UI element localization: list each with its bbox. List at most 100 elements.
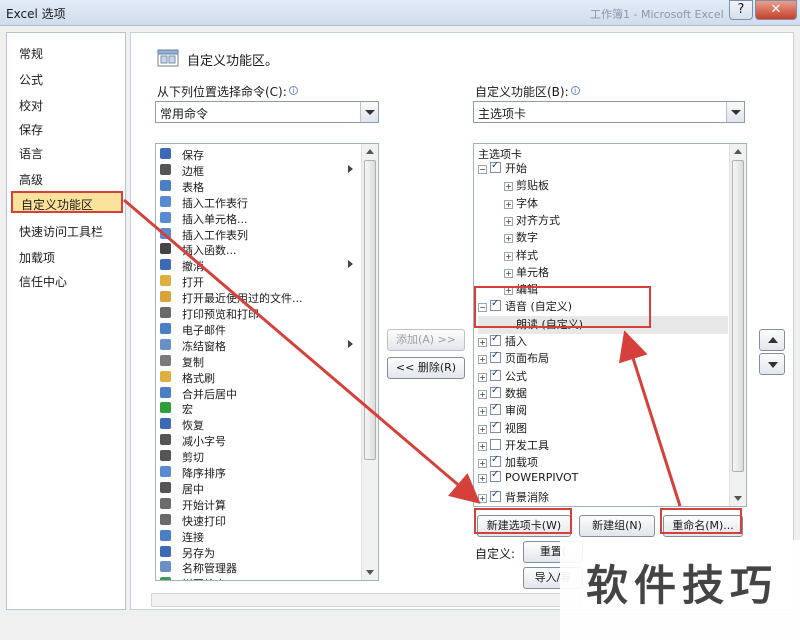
scroll-down-icon[interactable] [366, 570, 374, 575]
command-item[interactable]: 连接 [156, 528, 366, 544]
add-button[interactable]: 添加(A) >> [387, 329, 465, 351]
ribbon-tree-item[interactable]: + 字体 [504, 195, 538, 213]
command-item[interactable]: 合并后居中 [156, 385, 366, 401]
ribbon-tree-item[interactable]: + 对齐方式 [504, 212, 560, 230]
nav-item[interactable]: 信任中心 [19, 273, 67, 290]
command-item[interactable]: 复制 [156, 353, 366, 369]
command-item[interactable]: 居中 [156, 480, 366, 496]
command-item[interactable]: 快速打印 [156, 512, 366, 528]
expand-icon[interactable]: + [504, 199, 513, 209]
command-item[interactable]: 宏 [156, 400, 366, 416]
ribbon-tree[interactable]: 主选项卡 −开始+剪贴板+字体+对齐方式+数字+样式+单元格+编辑−语音 (自定… [473, 143, 747, 507]
command-item[interactable]: 另存为 [156, 544, 366, 560]
command-item[interactable]: 保存 [156, 146, 366, 162]
tab-checkbox[interactable] [490, 385, 501, 398]
tab-checkbox[interactable] [490, 402, 501, 416]
nav-item[interactable]: 高级 [19, 171, 43, 188]
command-item[interactable]: 插入函数... [156, 241, 366, 257]
chevron-down-icon[interactable] [360, 102, 378, 122]
expand-icon[interactable]: + [504, 216, 513, 226]
horizontal-scrollbar[interactable] [151, 593, 581, 607]
remove-button[interactable]: << 删除(R) [387, 357, 465, 379]
new-tab-button[interactable]: 新建选项卡(W) [477, 515, 571, 537]
nav-item[interactable]: 自定义功能区 [11, 191, 123, 213]
collapse-icon[interactable]: − [478, 303, 487, 313]
nav-item[interactable]: 校对 [19, 97, 43, 114]
ribbon-tree-scrollbar[interactable] [729, 144, 746, 506]
choose-commands-dropdown[interactable]: 常用命令 [155, 101, 379, 123]
command-item[interactable]: 名称管理器 [156, 559, 366, 575]
ribbon-tree-item[interactable]: + 编辑 [504, 281, 538, 299]
expand-icon[interactable]: + [504, 286, 513, 296]
nav-item[interactable]: 常规 [19, 45, 43, 62]
command-item[interactable]: 插入单元格... [156, 210, 366, 226]
ribbon-tree-item[interactable]: + 插入 [478, 333, 527, 351]
nav-item[interactable]: 保存 [19, 121, 43, 138]
command-item[interactable]: 减小字号 [156, 432, 366, 448]
nav-item[interactable]: 快速访问工具栏 [19, 223, 103, 240]
command-item[interactable]: 插入工作表列 [156, 226, 366, 242]
ribbon-tree-item[interactable]: + 公式 [478, 368, 527, 386]
command-item[interactable]: 撤消 [156, 257, 366, 273]
tab-checkbox[interactable] [490, 489, 501, 502]
expand-icon[interactable]: + [504, 182, 513, 192]
ribbon-tree-item[interactable]: 朗读 (自定义) [478, 315, 728, 334]
command-item[interactable]: 插入工作表行 [156, 194, 366, 210]
command-item[interactable]: 格式刷 [156, 369, 366, 385]
command-item[interactable]: 拼写检查 [156, 575, 366, 580]
expand-icon[interactable]: + [504, 268, 513, 278]
expand-icon[interactable]: + [504, 234, 513, 244]
ribbon-tree-item[interactable]: + 加载项 [478, 454, 538, 472]
tab-checkbox[interactable] [490, 298, 501, 312]
nav-item[interactable]: 语言 [19, 145, 43, 162]
commands-list[interactable]: 保存 边框 表格 插入工作表行 插入单元格... 插入工作表列 插入函数... 撤消 打开 打开最… [155, 143, 379, 581]
ribbon-tree-item[interactable]: + POWERPIVOT [478, 469, 578, 489]
expand-icon[interactable]: + [504, 251, 513, 261]
ribbon-tree-item[interactable]: + 样式 [504, 247, 538, 265]
scroll-up-icon[interactable] [734, 149, 742, 154]
move-up-button[interactable] [759, 329, 785, 351]
expand-icon[interactable]: + [478, 474, 487, 484]
help-button[interactable]: ? [729, 0, 753, 20]
rename-button[interactable]: 重命名(M)... [663, 515, 743, 537]
command-item[interactable]: 打开 [156, 273, 366, 289]
tab-checkbox[interactable] [490, 469, 501, 483]
tab-checkbox[interactable] [490, 350, 501, 364]
command-item[interactable]: 打开最近使用过的文件... [156, 289, 366, 305]
chevron-down-icon[interactable] [726, 102, 744, 122]
command-item[interactable]: 打印预览和打印 [156, 305, 366, 321]
command-item[interactable]: 电子邮件 [156, 321, 366, 337]
ribbon-tree-item[interactable]: + 审阅 [478, 402, 527, 420]
tab-checkbox[interactable] [490, 333, 501, 346]
expand-icon[interactable]: + [478, 338, 487, 347]
ribbon-tree-item[interactable]: + 背景消除 [478, 489, 549, 506]
ribbon-tree-item[interactable]: + 剪贴板 [504, 177, 549, 195]
tab-checkbox[interactable] [490, 454, 501, 468]
expand-icon[interactable]: + [478, 355, 487, 365]
scroll-thumb[interactable] [732, 160, 744, 472]
command-item[interactable]: 恢复 [156, 416, 366, 432]
nav-item[interactable]: 公式 [19, 71, 43, 88]
tab-checkbox[interactable] [490, 438, 501, 450]
command-item[interactable]: 降序排序 [156, 464, 366, 480]
move-down-button[interactable] [759, 353, 785, 375]
ribbon-tree-item[interactable]: − 开始 [478, 160, 527, 178]
ribbon-tree-item[interactable]: + 单元格 [504, 264, 549, 282]
command-item[interactable]: 剪切 [156, 448, 366, 464]
expand-icon[interactable]: + [478, 424, 487, 434]
command-item[interactable]: 表格 [156, 178, 366, 194]
ribbon-tree-item[interactable]: + 数据 [478, 385, 527, 403]
expand-icon[interactable]: + [478, 493, 487, 503]
scroll-up-icon[interactable] [366, 149, 374, 154]
scroll-down-icon[interactable] [734, 496, 742, 501]
expand-icon[interactable]: + [478, 459, 487, 469]
expand-icon[interactable]: + [478, 407, 487, 417]
new-group-button[interactable]: 新建组(N) [579, 515, 655, 537]
command-item[interactable]: 冻结窗格 [156, 337, 366, 353]
nav-item[interactable]: 加载项 [19, 249, 55, 266]
customize-ribbon-dropdown[interactable]: 主选项卡 [473, 101, 745, 123]
tab-checkbox[interactable] [490, 368, 501, 381]
expand-icon[interactable]: + [478, 441, 487, 451]
ribbon-tree-item[interactable]: + 开发工具 [478, 437, 549, 455]
close-button[interactable]: ✕ [755, 0, 797, 20]
